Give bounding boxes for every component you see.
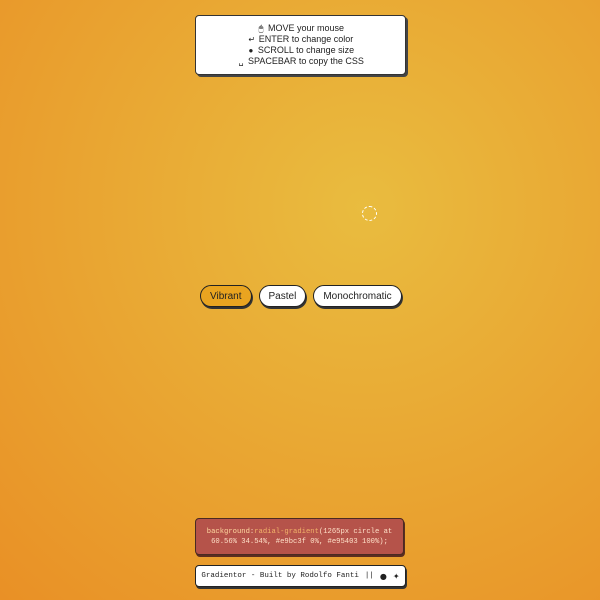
instruction-move: 🖱 MOVE your mouse xyxy=(257,23,344,34)
instruction-move-text: MOVE your mouse xyxy=(267,23,345,33)
palette-selector: Vibrant Pastel Monochromatic xyxy=(200,285,402,307)
vibrant-button[interactable]: Vibrant xyxy=(200,285,252,307)
instruction-enter: ↵ ENTER to change color xyxy=(248,34,354,45)
css-property: background xyxy=(206,527,250,536)
instruction-enter-text: ENTER to change color xyxy=(258,34,354,44)
enter-key-icon: ↵ xyxy=(248,35,256,44)
instruction-scroll-text: SCROLL to change size xyxy=(257,45,355,55)
css-output-text: background:radial-gradient(1265px circle… xyxy=(206,527,393,546)
instruction-spacebar-text: SPACEBAR to copy the CSS xyxy=(248,56,364,66)
mouse-icon: 🖱 xyxy=(258,24,264,33)
instruction-scroll: ● SCROLL to change size xyxy=(247,45,354,56)
github-icon[interactable]: ● xyxy=(380,572,387,581)
instruction-spacebar: ␣ SPACEBAR to copy the CSS xyxy=(237,56,364,67)
twitter-icon[interactable]: ✦ xyxy=(393,572,400,581)
monochromatic-button[interactable]: Monochromatic xyxy=(313,285,402,307)
scroll-wheel-icon: ● xyxy=(248,46,254,55)
pastel-button[interactable]: Pastel xyxy=(258,285,307,307)
footer-separator: || xyxy=(364,572,374,580)
cursor-ring-indicator xyxy=(362,206,377,221)
footer-credit: Gradientor - Built by Rodolfo Fanti xyxy=(201,572,359,580)
instructions-panel: 🖱 MOVE your mouse ↵ ENTER to change colo… xyxy=(195,15,406,75)
spacebar-icon: ␣ xyxy=(238,57,244,66)
footer-bar: Gradientor - Built by Rodolfo Fanti || ●… xyxy=(195,565,406,587)
css-output-box[interactable]: background:radial-gradient(1265px circle… xyxy=(195,518,404,555)
css-function: radial-gradient xyxy=(254,527,319,536)
